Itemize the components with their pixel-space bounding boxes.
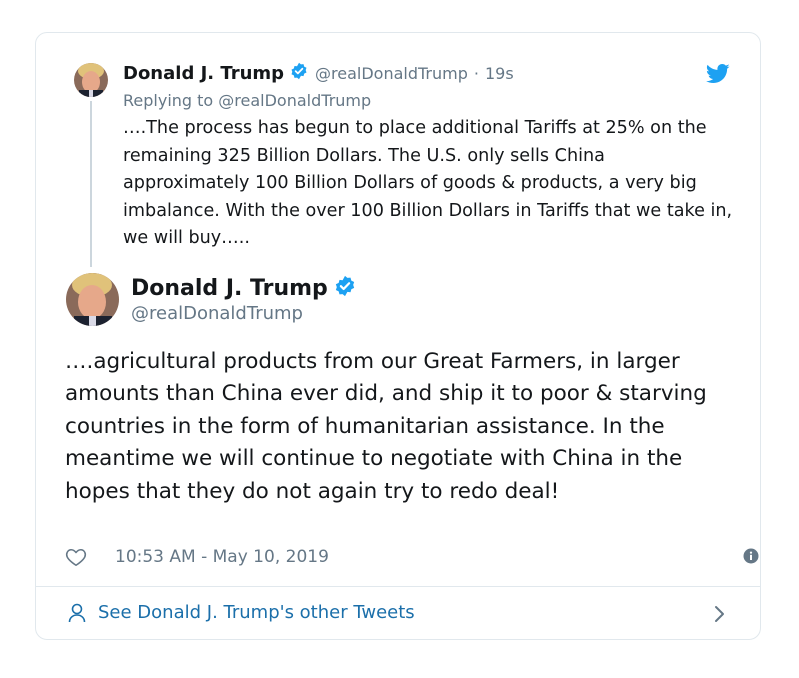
parent-tweet-text: ….The process has begun to place additio… bbox=[123, 118, 733, 248]
parent-handle[interactable]: @realDonaldTrump bbox=[315, 64, 468, 83]
separator-dot: · bbox=[473, 63, 479, 83]
parent-author-name[interactable]: Donald J. Trump bbox=[123, 63, 284, 84]
main-author-row: Donald J. Trump bbox=[131, 275, 356, 301]
tweet-timestamp[interactable]: 10:53 AM - May 10, 2019 bbox=[115, 547, 329, 567]
twitter-bird-icon[interactable] bbox=[705, 64, 730, 88]
main-avatar[interactable] bbox=[66, 273, 119, 326]
tweet-embed-card: Donald J. Trump @realDonaldTrump · 19s R… bbox=[35, 32, 761, 640]
info-icon[interactable] bbox=[743, 548, 759, 568]
parent-header: Donald J. Trump @realDonaldTrump · 19s bbox=[123, 62, 514, 84]
thread-line bbox=[90, 101, 92, 267]
chevron-right-icon[interactable] bbox=[714, 605, 726, 627]
footer-link-row[interactable]: See Donald J. Trump's other Tweets bbox=[36, 587, 760, 639]
main-tweet-text: ….agricultural products from our Great F… bbox=[65, 349, 707, 504]
main-author-name[interactable]: Donald J. Trump bbox=[131, 276, 328, 301]
parent-time[interactable]: 19s bbox=[485, 64, 514, 83]
see-other-tweets-link[interactable]: See Donald J. Trump's other Tweets bbox=[98, 602, 415, 623]
parent-avatar[interactable] bbox=[74, 63, 108, 97]
main-handle[interactable]: @realDonaldTrump bbox=[131, 303, 303, 324]
verified-badge-icon bbox=[334, 275, 356, 301]
tweet-meta-row: 10:53 AM - May 10, 2019 bbox=[65, 545, 759, 569]
heart-icon[interactable] bbox=[65, 546, 87, 568]
person-icon bbox=[68, 603, 86, 627]
verified-badge-icon bbox=[290, 62, 308, 84]
replying-to-label: Replying to @realDonaldTrump bbox=[123, 91, 372, 110]
